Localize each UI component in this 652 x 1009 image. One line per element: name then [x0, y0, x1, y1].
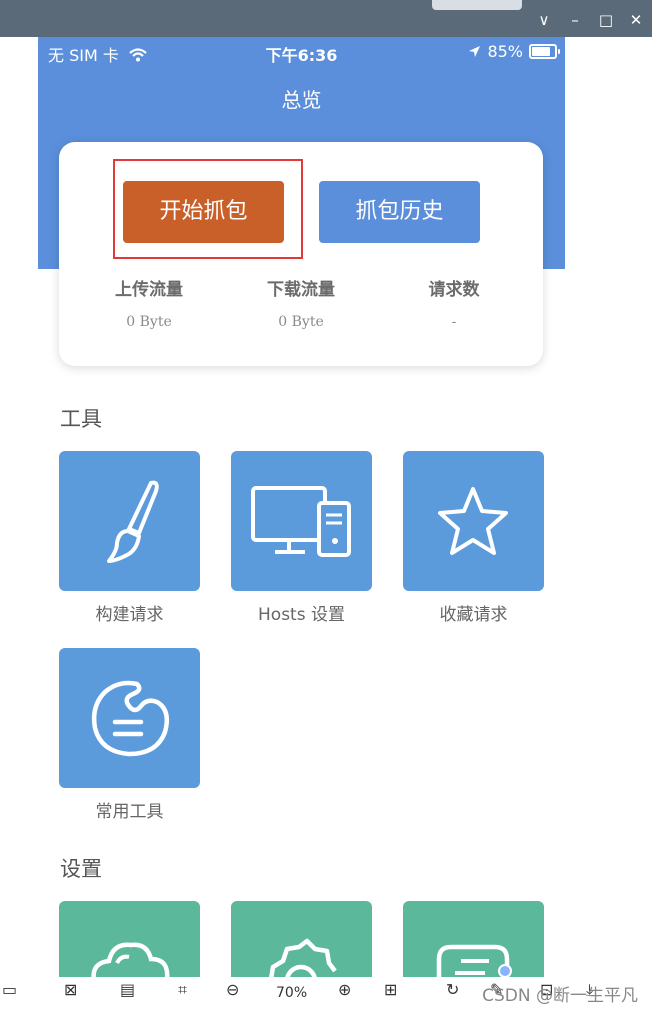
- download-value: 0 Byte: [278, 314, 324, 330]
- status-right: 85%: [468, 42, 560, 61]
- capture-history-button[interactable]: 抓包历史: [319, 181, 480, 243]
- zoom-in-icon[interactable]: ⊕: [338, 980, 351, 999]
- upload-value: 0 Byte: [126, 314, 172, 330]
- favorite-requests-tile[interactable]: [403, 451, 544, 591]
- favorite-requests-label[interactable]: 收藏请求: [403, 600, 544, 625]
- message-icon: [436, 944, 512, 977]
- palette-icon: [91, 680, 169, 757]
- tools-section-title: 工具: [60, 407, 102, 431]
- hosts-settings-tile[interactable]: [231, 451, 372, 591]
- status-bar: 无 SIM 卡 下午6:36 85%: [38, 37, 565, 67]
- common-tools-label[interactable]: 常用工具: [59, 797, 200, 822]
- settings-tile-1[interactable]: [59, 901, 200, 977]
- maximize-button[interactable]: □: [596, 10, 616, 30]
- settings-tile-3[interactable]: [403, 901, 544, 977]
- chevron-down-icon[interactable]: ∨: [534, 10, 554, 30]
- left-margin: [0, 37, 38, 977]
- hosts-settings-label[interactable]: Hosts 设置: [231, 600, 372, 625]
- rotate-icon[interactable]: ↻: [446, 980, 459, 999]
- download-stat: 下载流量 0 Byte: [221, 275, 381, 330]
- download-label: 下载流量: [267, 280, 335, 300]
- settings-tile-2[interactable]: [231, 901, 372, 977]
- gear-icon: [269, 938, 337, 977]
- requests-stat: 请求数 -: [374, 275, 534, 330]
- location-arrow-icon: [469, 46, 481, 57]
- minimize-button[interactable]: –: [565, 10, 585, 30]
- page-title: 总览: [281, 88, 322, 112]
- cloud-icon: [91, 942, 170, 977]
- upload-label: 上传流量: [115, 280, 183, 300]
- battery-icon: [529, 44, 560, 59]
- upload-stat: 上传流量 0 Byte: [69, 275, 229, 330]
- highlight-box: [113, 159, 303, 259]
- common-tools-tile[interactable]: [59, 648, 200, 788]
- computer-icon: [251, 486, 351, 557]
- phone-screen: 无 SIM 卡 下午6:36 85% 总览 开始抓包 抓包历史 上传流量 0 B…: [38, 37, 565, 977]
- titlebar-tab[interactable]: [432, 0, 522, 10]
- watermark: CSDN @断一生平凡: [482, 986, 638, 1006]
- battery-percent: 85%: [487, 42, 523, 61]
- close-button[interactable]: ✕: [626, 10, 646, 30]
- paintbrush-icon: [107, 480, 159, 563]
- frame-icon[interactable]: ⌗: [178, 980, 187, 1000]
- requests-value: -: [451, 314, 457, 330]
- fit-icon[interactable]: ⊠: [64, 980, 77, 999]
- build-request-label[interactable]: 构建请求: [59, 600, 200, 625]
- right-margin: [565, 37, 652, 977]
- requests-label: 请求数: [428, 280, 480, 300]
- crop-icon[interactable]: ▤: [120, 980, 135, 999]
- actual-size-icon[interactable]: ⊞: [384, 980, 397, 999]
- zoom-level: 70%: [276, 985, 308, 1001]
- build-request-tile[interactable]: [59, 451, 200, 591]
- panel-icon[interactable]: ▭: [2, 980, 17, 999]
- settings-section-title: 设置: [60, 857, 102, 881]
- zoom-out-icon[interactable]: ⊖: [226, 980, 239, 999]
- capture-card: 开始抓包 抓包历史 上传流量 0 Byte 下载流量 0 Byte 请求数 -: [59, 142, 543, 366]
- star-icon: [438, 487, 508, 555]
- window-titlebar: ∨ – □ ✕: [0, 0, 652, 37]
